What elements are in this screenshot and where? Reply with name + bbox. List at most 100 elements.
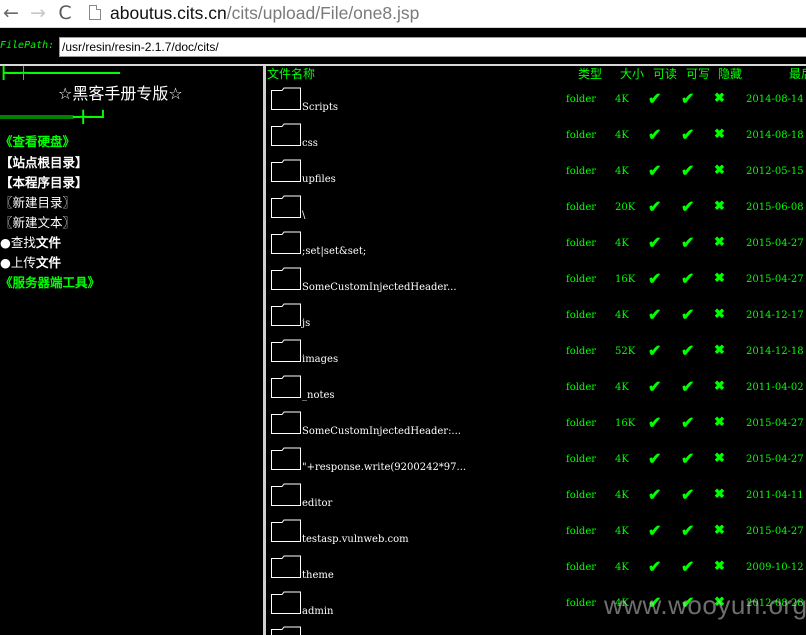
- menu-upload-file[interactable]: ●上传文件: [0, 255, 61, 271]
- file-date: 2014-12-17: [746, 310, 804, 321]
- menu-site-root[interactable]: 【站点根目录】: [0, 155, 88, 171]
- table-row: SomeCustomInjectedHeader... folder 16K ✔ ✔ ✖ 2…: [266, 266, 806, 302]
- folder-icon[interactable]: [270, 374, 302, 398]
- readable-check-icon: ✔: [648, 413, 662, 432]
- file-name-link[interactable]: ;set|set&set;: [302, 246, 366, 257]
- folder-icon[interactable]: [270, 230, 302, 254]
- file-name-link[interactable]: Scripts: [302, 102, 338, 113]
- file-name-link[interactable]: testasp.vulnweb.com: [302, 534, 409, 545]
- file-type: folder: [566, 490, 597, 501]
- file-name-link[interactable]: _notes: [302, 390, 335, 401]
- file-name-link[interactable]: css: [302, 138, 318, 149]
- page-icon: [89, 5, 101, 20]
- header-name: 文件名称: [267, 67, 316, 81]
- writable-check-icon: ✔: [681, 557, 695, 576]
- menu-new-dir[interactable]: 〖新建目录〗: [0, 195, 75, 211]
- folder-icon[interactable]: [270, 554, 302, 578]
- panel-title: ☆黑客手册专版☆: [58, 84, 183, 103]
- menu-find-file[interactable]: ●查找文件: [0, 235, 61, 251]
- folder-icon[interactable]: [270, 482, 302, 506]
- file-type: folder: [566, 562, 597, 573]
- menu-new-text[interactable]: 〖新建文本〗: [0, 215, 75, 231]
- table-row: SomeCustomInjectedHeader:... folder 16K ✔ ✔ ✖…: [266, 410, 806, 446]
- folder-icon[interactable]: [270, 86, 302, 110]
- file-name-link[interactable]: SomeCustomInjectedHeader:...: [302, 426, 461, 437]
- file-type: folder: [566, 526, 597, 537]
- decoration-bottom: ═══════════━╋━━┛: [0, 110, 107, 124]
- file-name-link[interactable]: upfiles: [302, 174, 336, 185]
- file-size: 4K: [615, 526, 629, 537]
- hidden-cross-icon: ✖: [714, 487, 725, 502]
- writable-check-icon: ✔: [681, 485, 695, 504]
- file-name-link[interactable]: SomeCustomInjectedHeader...: [302, 282, 457, 293]
- filepath-input[interactable]: /usr/resin/resin-2.1.7/doc/cits/: [59, 37, 806, 57]
- readable-check-icon: ✔: [648, 125, 662, 144]
- file-date: 2015-04-27: [746, 238, 804, 249]
- file-size: 4K: [615, 130, 629, 141]
- folder-icon[interactable]: [270, 518, 302, 542]
- readable-check-icon: ✔: [648, 89, 662, 108]
- url-path: /cits/upload/File/one8.jsp: [226, 3, 420, 23]
- table-row: css folder 4K ✔ ✔ ✖ 2014-08-18: [266, 122, 806, 158]
- forward-arrow-icon[interactable]: →: [27, 2, 49, 24]
- bullet-icon: ●: [0, 255, 11, 270]
- file-name-link[interactable]: admin: [302, 606, 333, 617]
- file-date: 2014-12-18: [746, 346, 804, 357]
- readable-check-icon: ✔: [648, 269, 662, 288]
- writable-check-icon: ✔: [681, 233, 695, 252]
- table-row: _notes folder 4K ✔ ✔ ✖ 2011-04-02: [266, 374, 806, 410]
- hidden-cross-icon: ✖: [714, 379, 725, 394]
- folder-icon[interactable]: [270, 266, 302, 290]
- file-name-link[interactable]: js: [302, 318, 310, 329]
- table-row: "+response.write(9200242*97... folder 4K ✔ ✔…: [266, 446, 806, 482]
- hidden-cross-icon: ✖: [714, 451, 725, 466]
- folder-icon[interactable]: [270, 446, 302, 470]
- folder-icon[interactable]: [270, 194, 302, 218]
- table-row: \ folder 20K ✔ ✔ ✖ 2015-06-08: [266, 194, 806, 230]
- table-row: theme folder 4K ✔ ✔ ✖ 2009-10-12: [266, 554, 806, 590]
- readable-check-icon: ✔: [648, 341, 662, 360]
- filepath-label: FilePath:: [0, 40, 55, 51]
- file-name-link[interactable]: editor: [302, 498, 332, 509]
- menu-server-tools[interactable]: 《服务器端工具》: [0, 275, 100, 291]
- file-date: 2011-04-02: [746, 382, 804, 393]
- hidden-cross-icon: ✖: [714, 307, 725, 322]
- header-hidden: 隐藏: [718, 67, 743, 81]
- writable-check-icon: ✔: [681, 161, 695, 180]
- folder-icon[interactable]: [270, 410, 302, 434]
- file-date: 2015-04-27: [746, 418, 804, 429]
- file-date: 2009-10-12: [746, 562, 804, 573]
- file-name-link[interactable]: "+response.write(9200242*97...: [302, 462, 466, 473]
- folder-icon[interactable]: [270, 590, 302, 614]
- reload-icon[interactable]: C: [54, 2, 76, 24]
- file-date: 2015-04-27: [746, 526, 804, 537]
- table-row: editor folder 4K ✔ ✔ ✖ 2011-04-11: [266, 482, 806, 518]
- hidden-cross-icon: ✖: [714, 559, 725, 574]
- back-arrow-icon[interactable]: ←: [0, 2, 22, 24]
- readable-check-icon: ✔: [648, 305, 662, 324]
- hidden-cross-icon: ✖: [714, 271, 725, 286]
- address-bar[interactable]: aboutus.cits.cn/cits/upload/File/one8.js…: [110, 2, 419, 24]
- file-name-link[interactable]: theme: [302, 570, 334, 581]
- file-name-link[interactable]: images: [302, 354, 338, 365]
- writable-check-icon: ✔: [681, 89, 695, 108]
- file-date: 2015-04-27: [746, 274, 804, 285]
- file-size: 4K: [615, 94, 629, 105]
- watermark: www.wooyun.org: [604, 590, 806, 620]
- file-size: 16K: [615, 274, 636, 285]
- folder-icon[interactable]: [270, 158, 302, 182]
- filepath-bar: FilePath: /usr/resin/resin-2.1.7/doc/cit…: [0, 33, 806, 59]
- header-write: 可写: [686, 67, 711, 81]
- readable-check-icon: ✔: [648, 377, 662, 396]
- file-size: 4K: [615, 238, 629, 249]
- folder-icon[interactable]: [270, 302, 302, 326]
- folder-icon[interactable]: [270, 338, 302, 362]
- file-name-link[interactable]: \: [302, 210, 305, 221]
- folder-icon[interactable]: [270, 122, 302, 146]
- file-size: 4K: [615, 166, 629, 177]
- menu-program-dir[interactable]: 【本程序目录】: [0, 175, 88, 191]
- folder-icon: [271, 626, 301, 635]
- file-size: 4K: [615, 562, 629, 573]
- file-date: 2015-06-08: [746, 202, 804, 213]
- menu-view-disk[interactable]: 《查看硬盘》: [0, 134, 75, 150]
